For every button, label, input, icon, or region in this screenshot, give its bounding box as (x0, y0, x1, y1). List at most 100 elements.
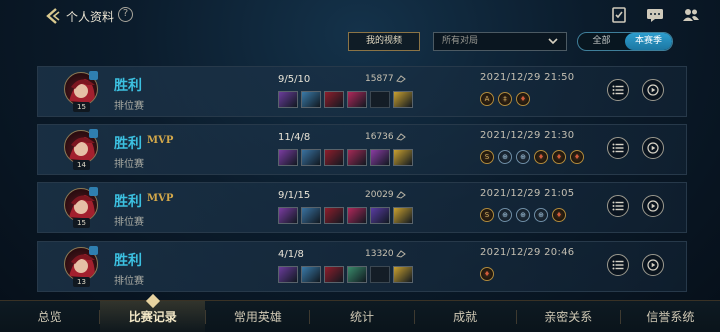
rank-badge (89, 129, 98, 138)
medal-icon: ⊕ (498, 208, 512, 222)
checklist-icon[interactable] (608, 6, 630, 24)
my-videos-button[interactable]: 我的视频 (348, 32, 420, 51)
medal-icon: ♦ (534, 150, 548, 164)
nav-tab[interactable]: 统计 (310, 301, 413, 332)
item-slot (347, 266, 367, 283)
match-mode: 排位赛 (114, 276, 144, 287)
medal-icon: ‡ (498, 92, 512, 106)
match-result: 胜利 (114, 253, 142, 269)
item-slot (370, 207, 390, 224)
item-slot (278, 91, 298, 108)
match-result: 胜利 (114, 194, 142, 210)
hero-level: 13 (73, 277, 90, 287)
help-icon[interactable]: ? (118, 7, 133, 22)
item-slot (393, 266, 413, 283)
medal-icon: ♦ (570, 150, 584, 164)
medal-list: S ⊕ ⊕ ♦ ♦ ♦ (480, 150, 584, 164)
match-mode: 排位赛 (114, 159, 144, 170)
match-detail-button[interactable] (607, 137, 629, 159)
chevron-down-icon (548, 38, 558, 45)
medal-icon: S (480, 150, 494, 164)
item-slot (324, 266, 344, 283)
item-slot (301, 266, 321, 283)
list-icon (612, 143, 624, 153)
item-build (278, 149, 413, 166)
item-slot (324, 91, 344, 108)
medal-list: A ‡ ♦ (480, 92, 530, 106)
match-detail-button[interactable] (607, 79, 629, 101)
replay-button[interactable] (642, 79, 664, 101)
nav-tab[interactable]: 成就 (415, 301, 516, 332)
item-build (278, 266, 413, 283)
match-date: 2021/12/29 21:50 (480, 72, 575, 83)
friends-icon[interactable] (680, 6, 702, 24)
bottom-nav: 总览 比赛记录 常用英雄 统计 成就 亲密关系 信誉系统 (0, 300, 720, 332)
score-icon (396, 191, 406, 199)
match-date: 2021/12/29 21:05 (480, 188, 575, 199)
back-arrow-icon (46, 8, 60, 24)
chat-icon[interactable] (644, 6, 666, 24)
item-slot (393, 91, 413, 108)
medal-icon: ⊕ (534, 208, 548, 222)
hero-level: 14 (73, 160, 90, 170)
medal-icon: ♦ (516, 92, 530, 106)
nav-tab[interactable]: 亲密关系 (517, 301, 620, 332)
score-icon (396, 133, 406, 141)
hero-level: 15 (73, 218, 90, 228)
medal-icon: A (480, 92, 494, 106)
season-toggle-all[interactable]: 全部 (578, 33, 625, 50)
medal-list: S ⊕ ⊕ ⊕ ♦ (480, 208, 566, 222)
replay-button[interactable] (642, 254, 664, 276)
medal-icon: ⊕ (498, 150, 512, 164)
match-mode: 排位赛 (114, 101, 144, 112)
season-toggle[interactable]: 全部 本赛季 (577, 32, 673, 51)
match-row[interactable]: 15 胜利 排位赛 9/5/10 15877 2021/12/29 21:50 … (37, 66, 687, 117)
item-slot (347, 207, 367, 224)
item-slot (301, 207, 321, 224)
item-slot (370, 149, 390, 166)
score-icon (396, 75, 406, 83)
item-build (278, 91, 413, 108)
nav-tab[interactable]: 信誉系统 (621, 301, 720, 332)
kda: 4/1/8 (278, 249, 304, 260)
rank-badge (89, 71, 98, 80)
nav-tab[interactable]: 常用英雄 (206, 301, 309, 332)
match-row[interactable]: 13 胜利 排位赛 4/1/8 13320 2021/12/29 20:46 ♦ (37, 241, 687, 292)
kda: 9/1/15 (278, 190, 311, 201)
match-result: 胜利 (114, 136, 142, 152)
item-slot (347, 149, 367, 166)
match-score: 16736 (365, 132, 394, 142)
match-row[interactable]: 15 胜利 MVP 排位赛 9/1/15 20029 2021/12/29 21… (37, 182, 687, 233)
item-slot (347, 91, 367, 108)
match-detail-button[interactable] (607, 254, 629, 276)
item-slot-empty (370, 266, 390, 283)
match-mode-select[interactable]: 所有对局 (433, 32, 567, 51)
item-slot (301, 149, 321, 166)
match-detail-button[interactable] (607, 195, 629, 217)
match-score: 20029 (365, 190, 394, 200)
match-mode: 排位赛 (114, 217, 144, 228)
match-mode-value: 所有对局 (442, 36, 479, 46)
match-row[interactable]: 14 胜利 MVP 排位赛 11/4/8 16736 2021/12/29 21… (37, 124, 687, 175)
rank-badge (89, 246, 98, 255)
medal-icon: ♦ (552, 150, 566, 164)
mvp-badge: MVP (147, 135, 174, 146)
page-title: 个人资料 (66, 10, 115, 24)
list-icon (612, 260, 624, 270)
play-icon (647, 259, 659, 271)
item-slot (278, 266, 298, 283)
season-toggle-current[interactable]: 本赛季 (625, 33, 672, 50)
nav-tab[interactable]: 总览 (0, 301, 99, 332)
item-slot (324, 207, 344, 224)
item-build (278, 207, 413, 224)
back-button[interactable] (44, 7, 62, 25)
list-icon (612, 85, 624, 95)
nav-tab[interactable]: 比赛记录 (100, 301, 206, 332)
match-date: 2021/12/29 20:46 (480, 247, 575, 258)
item-slot (393, 207, 413, 224)
list-icon (612, 201, 624, 211)
item-slot (393, 149, 413, 166)
replay-button[interactable] (642, 137, 664, 159)
replay-button[interactable] (642, 195, 664, 217)
play-icon (647, 200, 659, 212)
